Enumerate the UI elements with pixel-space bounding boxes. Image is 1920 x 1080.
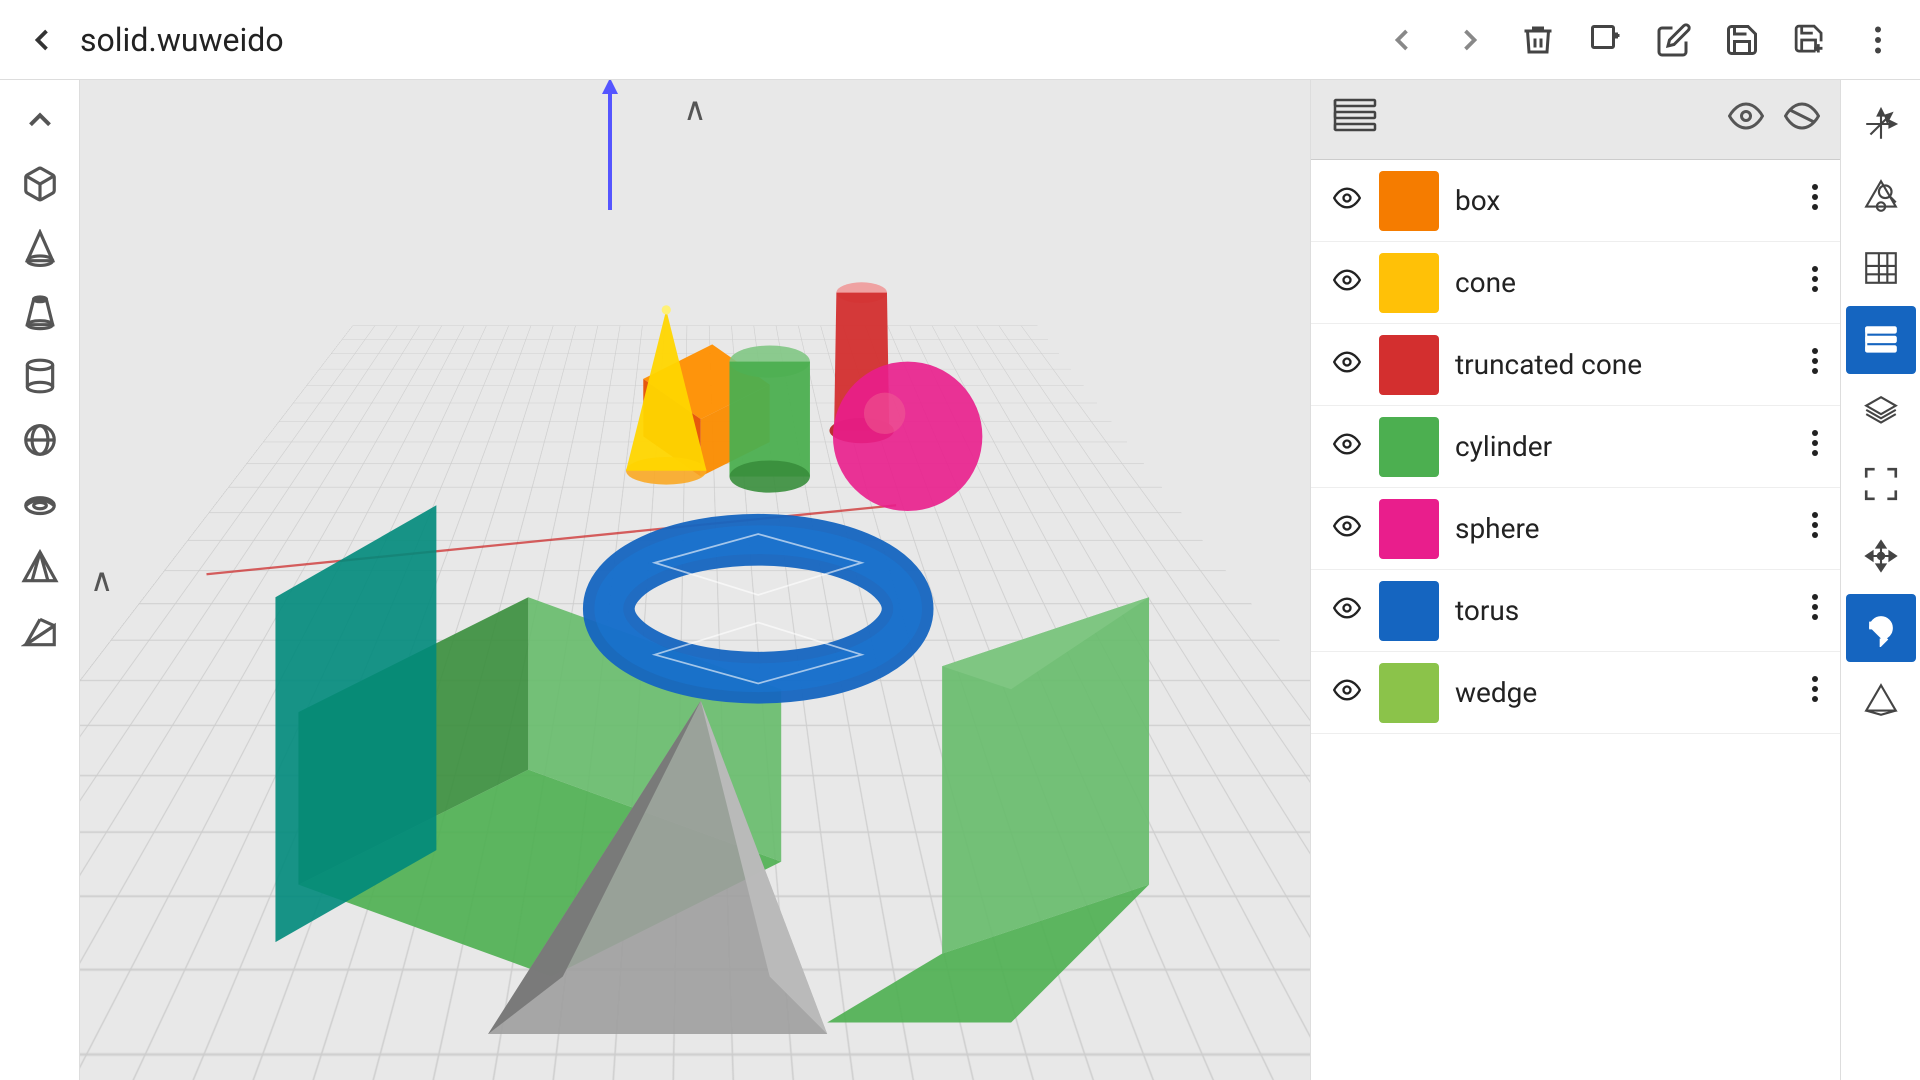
- right-tool-grid[interactable]: [1846, 234, 1916, 302]
- layer-color-truncated_cone: [1379, 335, 1439, 395]
- layer-more-truncated_cone[interactable]: [1810, 345, 1820, 384]
- layer-eye-sphere[interactable]: [1331, 512, 1363, 546]
- layer-item-box[interactable]: box: [1311, 160, 1840, 242]
- left-tool-sphere[interactable]: [10, 410, 70, 470]
- add-to-scene-button[interactable]: [1584, 18, 1628, 62]
- right-tool-rotate[interactable]: [1846, 594, 1916, 662]
- back-history-button[interactable]: [1380, 18, 1424, 62]
- layer-item-torus[interactable]: torus: [1311, 570, 1840, 652]
- right-tool-stack[interactable]: [1846, 378, 1916, 446]
- layer-item-truncated_cone[interactable]: truncated cone: [1311, 324, 1840, 406]
- hide-all-icon[interactable]: [1784, 98, 1820, 141]
- save-button[interactable]: [1720, 18, 1764, 62]
- document-title: solid.wuweido: [80, 21, 284, 59]
- top-bar: solid.wuweido: [0, 0, 1920, 80]
- left-tool-truncated[interactable]: [10, 282, 70, 342]
- layer-name-sphere: sphere: [1455, 512, 1794, 545]
- top-bar-left: solid.wuweido: [20, 18, 284, 62]
- panel-header-left: [1331, 92, 1379, 147]
- layer-color-cylinder: [1379, 417, 1439, 477]
- layer-eye-cylinder[interactable]: [1331, 430, 1363, 464]
- layer-eye-box[interactable]: [1331, 184, 1363, 218]
- left-sidebar: [0, 80, 80, 1080]
- layer-color-sphere: [1379, 499, 1439, 559]
- layer-more-torus[interactable]: [1810, 591, 1820, 630]
- layer-color-box: [1379, 171, 1439, 231]
- right-tool-fit-view[interactable]: [1846, 450, 1916, 518]
- left-tool-wedge[interactable]: [10, 602, 70, 662]
- layer-eye-cone[interactable]: [1331, 266, 1363, 300]
- layer-more-wedge[interactable]: [1810, 673, 1820, 712]
- viewport-chevron-top[interactable]: ∧: [683, 90, 706, 128]
- right-tool-layers-panel[interactable]: [1846, 306, 1916, 374]
- right-tool-transform[interactable]: [1846, 666, 1916, 734]
- layer-name-torus: torus: [1455, 594, 1794, 627]
- right-panel: box cone: [1310, 80, 1840, 1080]
- top-bar-right: [1380, 18, 1900, 62]
- scene-svg: [80, 80, 1310, 1080]
- layer-item-cone[interactable]: cone: [1311, 242, 1840, 324]
- layer-item-cylinder[interactable]: cylinder: [1311, 406, 1840, 488]
- save-new-button[interactable]: [1788, 18, 1832, 62]
- layer-eye-wedge[interactable]: [1331, 676, 1363, 710]
- layer-item-wedge[interactable]: wedge: [1311, 652, 1840, 734]
- layer-color-torus: [1379, 581, 1439, 641]
- layer-more-cylinder[interactable]: [1810, 427, 1820, 466]
- main-content: ∧ ∧: [0, 80, 1920, 1080]
- layer-more-box[interactable]: [1810, 181, 1820, 220]
- layer-name-truncated_cone: truncated cone: [1455, 348, 1794, 381]
- layer-eye-torus[interactable]: [1331, 594, 1363, 628]
- left-tool-collapse[interactable]: [10, 90, 70, 150]
- layer-name-cone: cone: [1455, 266, 1794, 299]
- left-tool-pyramid[interactable]: [10, 538, 70, 598]
- layer-name-box: box: [1455, 184, 1794, 217]
- layer-eye-truncated_cone[interactable]: [1331, 348, 1363, 382]
- left-tool-box[interactable]: [10, 154, 70, 214]
- right-tool-axis[interactable]: [1846, 90, 1916, 158]
- left-tool-torus[interactable]: [10, 474, 70, 534]
- delete-button[interactable]: [1516, 18, 1560, 62]
- right-sidebar: [1840, 80, 1920, 1080]
- left-tool-cone[interactable]: [10, 218, 70, 278]
- show-all-icon[interactable]: [1728, 98, 1764, 141]
- panel-header-icons: [1728, 98, 1820, 141]
- layer-list: box cone: [1311, 160, 1840, 734]
- right-tool-search-shape[interactable]: [1846, 162, 1916, 230]
- viewport-chevron-left[interactable]: ∧: [90, 561, 113, 599]
- back-button[interactable]: [20, 18, 64, 62]
- layer-color-wedge: [1379, 663, 1439, 723]
- layer-color-cone: [1379, 253, 1439, 313]
- viewport[interactable]: ∧ ∧: [80, 80, 1310, 1080]
- layer-more-cone[interactable]: [1810, 263, 1820, 302]
- layer-more-sphere[interactable]: [1810, 509, 1820, 548]
- more-button[interactable]: [1856, 18, 1900, 62]
- layer-name-wedge: wedge: [1455, 676, 1794, 709]
- layers-list-icon[interactable]: [1331, 92, 1379, 147]
- left-tool-cylinder[interactable]: [10, 346, 70, 406]
- right-tool-move[interactable]: [1846, 522, 1916, 590]
- layer-name-cylinder: cylinder: [1455, 430, 1794, 463]
- panel-header: [1311, 80, 1840, 160]
- layer-item-sphere[interactable]: sphere: [1311, 488, 1840, 570]
- forward-history-button[interactable]: [1448, 18, 1492, 62]
- edit-button[interactable]: [1652, 18, 1696, 62]
